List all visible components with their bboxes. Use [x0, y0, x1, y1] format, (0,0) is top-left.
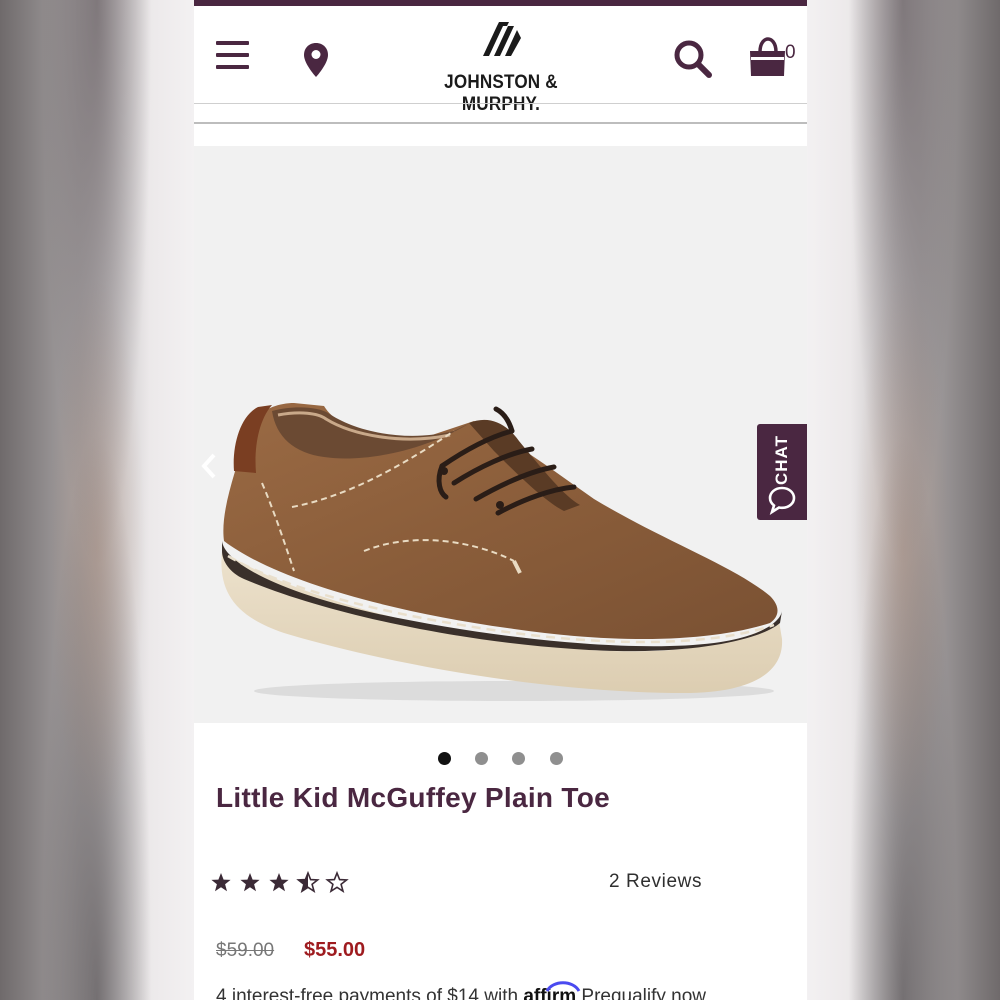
search-icon[interactable] [673, 39, 713, 79]
chat-button[interactable]: CHAT [757, 424, 807, 520]
brand-logo[interactable]: JOHNSTON & MURPHY. [392, 20, 610, 115]
shopping-bag-icon[interactable] [747, 36, 787, 80]
chat-label: CHAT [772, 435, 791, 485]
background-blur-left [0, 0, 194, 1000]
header-divider [194, 103, 807, 104]
previous-image-arrow-icon[interactable] [198, 451, 220, 481]
product-image-shoe [221, 403, 783, 701]
location-pin-icon[interactable] [303, 42, 329, 78]
cart-count: 0 [785, 42, 796, 63]
site-header: JOHNSTON & MURPHY. 0 [194, 6, 807, 115]
original-price: $59.00 [216, 940, 275, 961]
installment-text: 4 interest-free payments of $14 with [216, 986, 524, 1000]
star-icon-1 [211, 873, 231, 892]
affirm-logo: affirm [523, 981, 581, 1000]
affirm-arc-icon [546, 981, 581, 992]
star-rating[interactable] [210, 868, 360, 898]
gallery-dot-4[interactable] [550, 752, 563, 765]
star-half-icon [297, 872, 319, 893]
brand-logo-text: JOHNSTON & MURPHY. [444, 72, 558, 115]
star-empty-icon [326, 872, 348, 893]
prequalify-link[interactable]: Prequalify now [581, 986, 706, 1000]
product-title: Little Kid McGuffey Plain Toe [216, 782, 610, 813]
gallery-dot-2[interactable] [475, 752, 488, 765]
star-icon-3 [269, 873, 289, 892]
reviews-link[interactable]: 2 Reviews [609, 871, 702, 893]
gallery-pagination [194, 752, 807, 766]
chat-bubble-icon [768, 486, 796, 515]
star-icon-2 [240, 873, 260, 892]
background-blur-right [806, 0, 1000, 1000]
menu-icon[interactable] [216, 41, 250, 71]
gallery-dot-3[interactable] [512, 752, 525, 765]
product-image-gallery[interactable]: CHAT [194, 146, 807, 723]
sale-price: $55.00 [304, 939, 366, 961]
brand-logo-mark [483, 22, 521, 56]
breadcrumb-divider [194, 122, 807, 124]
mobile-page: JOHNSTON & MURPHY. 0 CHAT Little Kid McG… [194, 0, 807, 1000]
installment-info: 4 interest-free payments of $14 with aff… [216, 981, 807, 1000]
gallery-dot-1[interactable] [438, 752, 451, 765]
